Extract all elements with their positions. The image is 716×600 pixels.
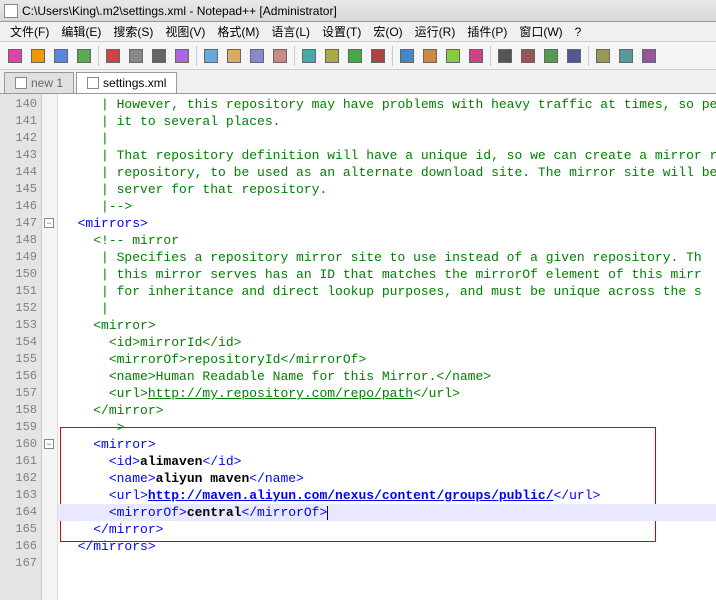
indent-button[interactable] (465, 45, 487, 67)
outdent-button[interactable] (494, 45, 516, 67)
code-line[interactable]: <url>http://maven.aliyun.com/nexus/conte… (58, 487, 716, 504)
code-line[interactable]: | However, this repository may have prob… (58, 96, 716, 113)
code-line[interactable]: |--> (58, 198, 716, 215)
code-area[interactable]: | However, this repository may have prob… (58, 94, 716, 600)
title-bar: C:\Users\King\.m2\settings.xml - Notepad… (0, 0, 716, 22)
code-line[interactable]: </mirror> (58, 402, 716, 419)
code-line[interactable]: <id>alimaven</id> (58, 453, 716, 470)
undo-button[interactable] (246, 45, 268, 67)
menu-item[interactable]: 设置(T) (316, 23, 367, 40)
line-number-gutter: 1401411421431441451461471481491501511521… (0, 94, 42, 600)
code-line[interactable]: | Specifies a repository mirror site to … (58, 249, 716, 266)
zoom-in-button[interactable] (344, 45, 366, 67)
code-line[interactable]: <!-- mirror (58, 232, 716, 249)
fold-toggle[interactable]: − (44, 439, 54, 449)
menu-bar: 文件(F)编辑(E)搜索(S)视图(V)格式(M)语言(L)设置(T)宏(O)运… (0, 22, 716, 42)
rec-button[interactable] (563, 45, 585, 67)
window-title: C:\Users\King\.m2\settings.xml - Notepad… (22, 4, 337, 18)
code-line[interactable]: <mirrorOf>repositoryId</mirrorOf> (58, 351, 716, 368)
menu-item[interactable]: 窗口(W) (513, 23, 568, 40)
toolbar (0, 42, 716, 70)
code-line[interactable]: </mirror> (58, 521, 716, 538)
comment-button[interactable] (517, 45, 539, 67)
menu-item[interactable]: 搜索(S) (107, 23, 159, 40)
editor-area[interactable]: 1401411421431441451461471481491501511521… (0, 94, 716, 600)
stop-button[interactable] (615, 45, 637, 67)
tab[interactable]: settings.xml (76, 72, 177, 93)
code-line[interactable]: <mirrors> (58, 215, 716, 232)
replace-button[interactable] (321, 45, 343, 67)
paste-button[interactable] (223, 45, 245, 67)
menu-item[interactable]: 宏(O) (367, 23, 408, 40)
code-line[interactable]: <url>http://my.repository.com/repo/path<… (58, 385, 716, 402)
code-line[interactable]: --> (58, 419, 716, 436)
code-line[interactable]: <mirrorOf>central</mirrorOf> (58, 504, 716, 521)
code-line[interactable]: | (58, 130, 716, 147)
find-button[interactable] (298, 45, 320, 67)
code-line[interactable]: | repository, to be used as an alternate… (58, 164, 716, 181)
code-line[interactable]: | That repository definition will have a… (58, 147, 716, 164)
close-all-button[interactable] (125, 45, 147, 67)
code-line[interactable]: | it to several places. (58, 113, 716, 130)
tab-label: settings.xml (103, 76, 166, 90)
tab-label: new 1 (31, 76, 63, 90)
close-button[interactable] (102, 45, 124, 67)
menu-item[interactable]: 编辑(E) (55, 23, 107, 40)
cut-button[interactable] (171, 45, 193, 67)
menu-item[interactable]: 语言(L) (265, 23, 316, 40)
code-line[interactable]: <mirror> (58, 317, 716, 334)
menu-item[interactable]: 插件(P) (461, 23, 513, 40)
code-line[interactable]: | (58, 300, 716, 317)
fold-toggle[interactable]: − (44, 218, 54, 228)
open-button[interactable] (27, 45, 49, 67)
sync-button[interactable] (396, 45, 418, 67)
play-button[interactable] (592, 45, 614, 67)
uncomment-button[interactable] (540, 45, 562, 67)
code-line[interactable]: | for inheritance and direct lookup purp… (58, 283, 716, 300)
file-icon (15, 77, 27, 89)
save-all-button[interactable] (73, 45, 95, 67)
print-button[interactable] (148, 45, 170, 67)
new-button[interactable] (4, 45, 26, 67)
code-line[interactable]: <name>Human Readable Name for this Mirro… (58, 368, 716, 385)
menu-item[interactable]: ? (569, 25, 588, 39)
code-line[interactable]: <id>mirrorId</id> (58, 334, 716, 351)
show-all-button[interactable] (442, 45, 464, 67)
word-wrap-button[interactable] (419, 45, 441, 67)
save-button[interactable] (50, 45, 72, 67)
code-line[interactable]: <mirror> (58, 436, 716, 453)
code-line[interactable]: | server for that repository. (58, 181, 716, 198)
menu-item[interactable]: 视图(V) (159, 23, 211, 40)
tab-bar: new 1 settings.xml (0, 70, 716, 94)
copy-button[interactable] (200, 45, 222, 67)
zoom-out-button[interactable] (367, 45, 389, 67)
file-icon (87, 77, 99, 89)
menu-item[interactable]: 文件(F) (4, 23, 55, 40)
code-line[interactable]: <name>aliyun maven</name> (58, 470, 716, 487)
app-icon (4, 4, 18, 18)
menu-item[interactable]: 格式(M) (211, 23, 265, 40)
tab[interactable]: new 1 (4, 72, 74, 93)
code-line[interactable]: | this mirror serves has an ID that matc… (58, 266, 716, 283)
code-line[interactable]: </mirrors> (58, 538, 716, 555)
menu-item[interactable]: 运行(R) (409, 23, 462, 40)
redo-button[interactable] (269, 45, 291, 67)
run-button[interactable] (638, 45, 660, 67)
fold-column[interactable]: −− (42, 94, 58, 600)
code-line[interactable] (58, 555, 716, 572)
